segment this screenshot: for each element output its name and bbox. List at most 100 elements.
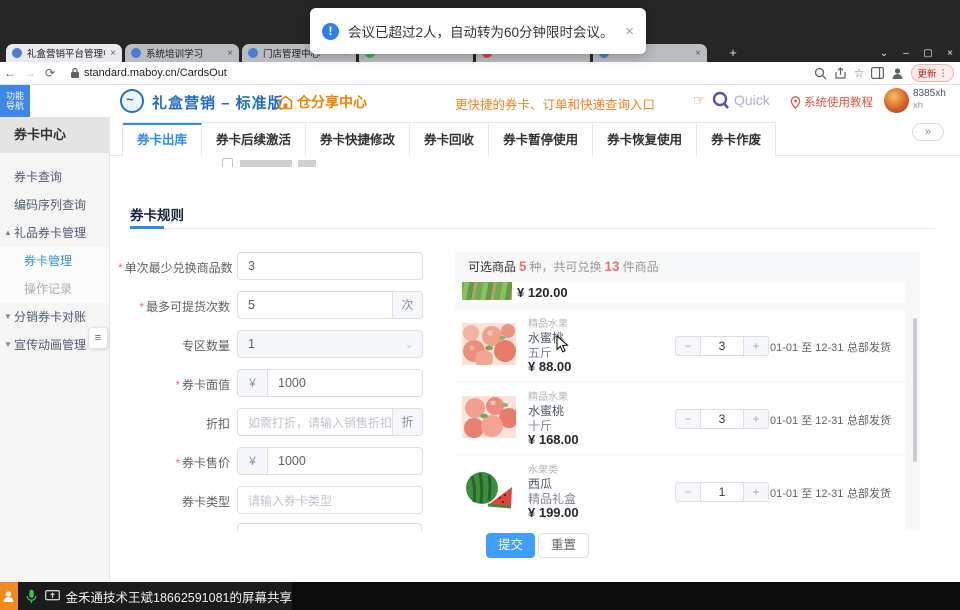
max-pickups-input[interactable]: 5 次 [237,291,423,319]
minimize-button[interactable]: – [900,48,912,59]
tab-resume-use[interactable]: 券卡恢复使用 [593,123,697,156]
site-favicon [131,48,141,58]
info-icon: ! [322,23,339,40]
zoom-icon[interactable] [814,67,827,80]
product-image-watermelon [462,469,516,511]
tab-later-activate[interactable]: 券卡后续激活 [202,123,306,156]
sidebar-item-card-query[interactable]: 券卡查询 [0,163,109,191]
share-bar-text: 金禾通技术王斌18662591081的屏幕共享 [66,587,292,606]
screen-share-bar: 金禾通技术王斌18662591081的屏幕共享 [0,582,960,610]
triangle-down-icon: ▼ [4,331,12,359]
checkbox[interactable] [222,158,233,167]
valid-date-range: 01-01 至 12-31 [770,339,843,355]
product-image-peaches [462,396,516,438]
bookmark-star-icon[interactable]: ☆ [854,66,865,80]
product-row: 精品水果 水蜜桃 十斤 ¥ 168.00 − 3 + 01-01 至 12-31… [455,383,905,454]
user-avatar[interactable] [884,88,909,113]
share-icon[interactable] [834,67,847,80]
screen-share-icon [45,590,60,602]
qty-increase-button[interactable]: + [743,482,769,502]
chevron-down-icon[interactable]: ⌄ [878,48,890,59]
toast-message: 会议已超过2人，自动转为60分钟限时会议。 [348,21,614,41]
panel-scrollbar[interactable] [913,318,917,462]
quantity-stepper: − 3 + [675,336,769,356]
maximize-button[interactable]: ▢ [922,48,934,59]
quick-entry-tip: 更快捷的券卡、订单和快递查询入口 [455,94,655,113]
product-image-greens [462,282,512,300]
new-tab-button[interactable]: + [724,45,742,62]
min-exchange-input[interactable]: 3 [237,252,423,280]
currency-prefix: ¥ [238,448,268,474]
microphone-icon[interactable] [26,589,37,604]
tab-card-void[interactable]: 券卡作废 [697,123,775,156]
tab-suspend-use[interactable]: 券卡暂停使用 [489,123,593,156]
delivery-label: 总部发货 [847,485,891,501]
quick-label[interactable]: Quick [734,92,770,108]
qty-input[interactable]: 3 [701,409,743,429]
tab-cards-out[interactable]: 券卡出库 [123,123,202,156]
browser-tab-2[interactable]: 系统培训学习 × [125,44,239,62]
tutorial-link[interactable]: 系统使用教程 [790,94,873,110]
qty-input[interactable]: 3 [701,336,743,356]
user-name: 8385xh xh [913,88,946,112]
side-panel-icon[interactable] [871,67,884,79]
qty-decrease-button[interactable]: − [675,336,701,356]
toast-close-icon[interactable]: × [625,23,634,40]
qty-decrease-button[interactable]: − [675,482,701,502]
browser-tab-1[interactable]: 礼盒营销平台管理中心 × [6,44,122,62]
url-text[interactable]: standard.maboy.cn/CardsOut [84,67,227,79]
kebab-menu-icon: ⋮ [939,68,949,79]
tab-close-icon[interactable]: × [695,48,701,59]
card-type-input[interactable]: 请输入券卡类型 [237,486,423,514]
submit-button[interactable]: 提交 [486,533,535,558]
meeting-toast: ! 会议已超过2人，自动转为60分钟限时会议。 × [310,8,646,54]
pointing-hand-icon: ☞ [693,92,706,109]
sale-price-input[interactable]: ¥ 1000 [237,447,423,475]
warehouse-icon [278,95,293,110]
forward-icon[interactable]: → [20,66,40,80]
sidebar-group-gift-card-mgmt[interactable]: ▲ 礼品券卡管理 [0,219,109,247]
valid-date-range: 01-01 至 12-31 [770,485,843,501]
triangle-down-icon: ▼ [4,303,12,331]
tab-quick-modify[interactable]: 券卡快捷修改 [306,123,410,156]
sidebar-item-card-management[interactable]: 券卡管理 [0,247,109,275]
sidebar: 券卡中心 券卡查询 编码序列查询 ▲ 礼品券卡管理 券卡管理 操作记录 ▼ 分销… [0,117,110,582]
sidebar-collapse-handle[interactable]: ≡ [88,327,108,349]
app-header: 功能 导航 礼盒营销 – 标准版 仓分享中心 更快捷的券卡、订单和快递查询入口 … [0,85,960,117]
product-row-clipped: ¥ 120.00 [455,282,905,303]
profile-icon[interactable] [891,67,904,80]
tab-card-recycle[interactable]: 券卡回收 [410,123,489,156]
sidebar-item-code-sequence-query[interactable]: 编码序列查询 [0,191,109,219]
zone-count-select[interactable]: 1 ⌄ [237,330,423,358]
function-nav-toggle[interactable]: 功能 导航 [0,85,30,117]
share-center-link[interactable]: 仓分享中心 [278,92,367,112]
chevron-down-icon: ⌄ [405,338,414,351]
valid-date-range: 01-01 至 12-31 [770,412,843,428]
qty-input[interactable]: 1 [701,482,743,502]
tabs-more-button[interactable]: » [912,123,944,141]
browser-update-button[interactable]: 更新 ⋮ [911,64,954,82]
discount-input[interactable]: 如需打折，请输入销售折扣 折 [237,408,423,436]
mouse-cursor [556,335,569,353]
product-image-peaches [462,323,516,365]
quantity-stepper: − 3 + [675,409,769,429]
unit-suffix: 折 [392,409,422,435]
tab-close-icon[interactable]: × [110,48,116,59]
qty-increase-button[interactable]: + [743,409,769,429]
close-button[interactable]: × [944,48,956,59]
refresh-icon[interactable]: ⟳ [40,66,60,80]
selectable-products-panel: 可选商品5种，共可兑换13件商品 ¥ 120.00 精品水果 水蜜桃 五斤 ¥ … [455,252,920,530]
tab-close-icon[interactable]: × [227,48,233,59]
reset-button[interactable]: 重置 [538,533,589,558]
qty-increase-button[interactable]: + [743,336,769,356]
brand-title: 礼盒营销 – 标准版 [152,92,284,113]
face-value-input[interactable]: ¥ 1000 [237,369,423,397]
location-pin-icon [790,96,801,109]
delivery-label: 总部发货 [847,412,891,428]
qty-decrease-button[interactable]: − [675,409,701,429]
sidebar-item-operation-log[interactable]: 操作记录 [0,275,109,303]
back-icon[interactable]: ← [0,66,20,80]
quantity-stepper: − 1 + [675,482,769,502]
product-row: 精品水果 水蜜桃 五斤 ¥ 88.00 − 3 + 01-01 至 12-31 … [455,310,905,381]
quick-search-icon[interactable] [712,91,730,110]
